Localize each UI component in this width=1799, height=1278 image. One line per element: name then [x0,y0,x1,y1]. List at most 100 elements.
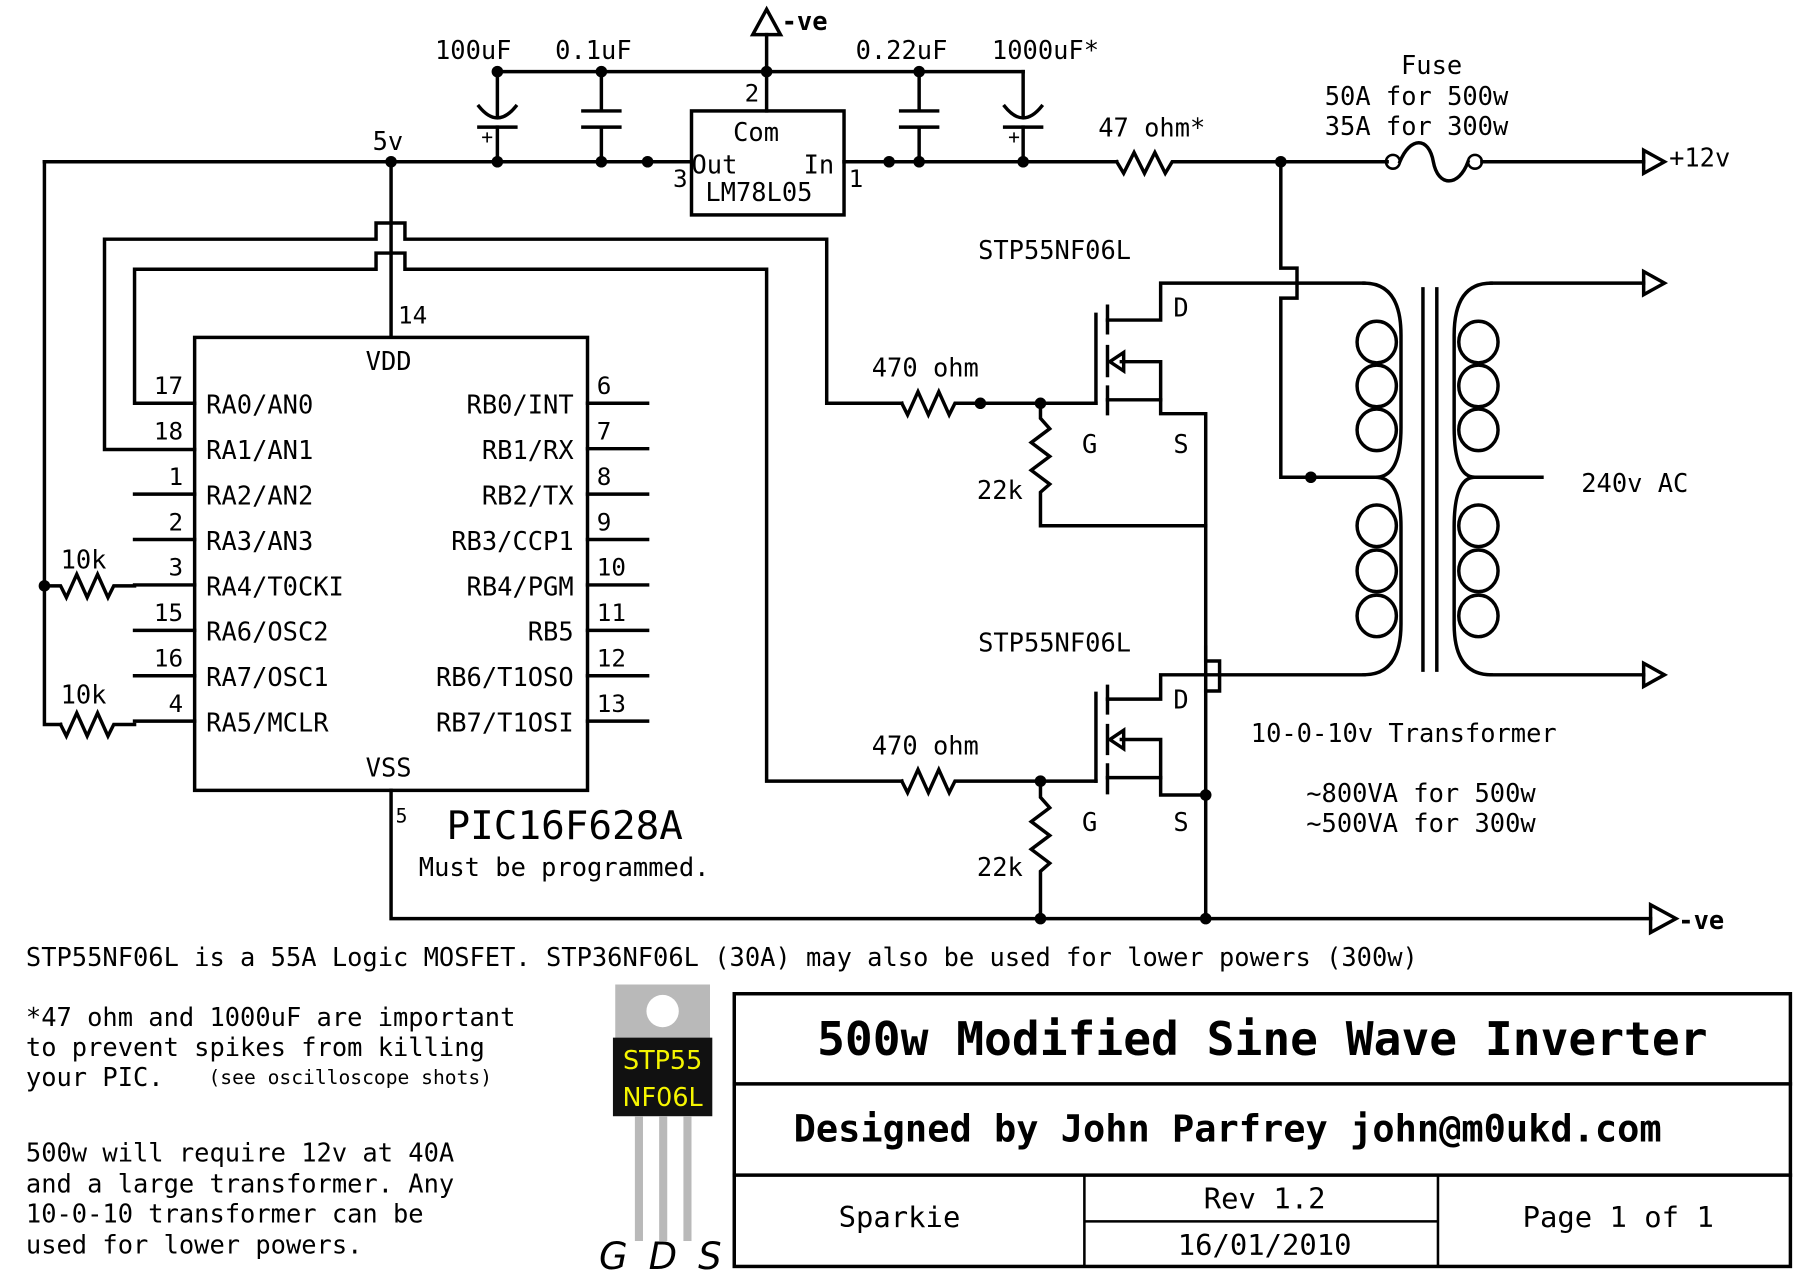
mosfet-upper-d: D [1173,293,1188,323]
pic-right-pins: 6 RB0/INT 7 RB1/RX 8 RB2/TX 9 RB3/CCP1 10 RB4/PGM… [436,371,650,738]
regulator-pin-com: 2 [745,79,760,108]
pin-name: RB5 [528,617,574,647]
coil-loop [1457,407,1500,453]
pin-number: 17 [154,371,183,400]
junction-dots [38,65,1287,592]
coil-loop [1457,548,1500,594]
date: 16/01/2010 [1178,1228,1352,1262]
pin-number: 8 [597,462,612,491]
coil-loop [1457,319,1500,365]
pin-number: 4 [168,689,183,718]
spike-note-small: (see oscilloscope shots) [209,1066,493,1089]
pic-vss-label: VSS [366,753,412,783]
pic-vss-pin: 5 [396,805,408,828]
transformer-rating-300w: ~500VA for 300w [1306,808,1536,838]
pin-name: RA2/AN2 [206,480,313,510]
pin-number: 7 [597,416,612,445]
pin-name: RA6/OSC2 [206,617,328,647]
regulator-part-label: LM78L05 [705,177,812,207]
resistor-47-ohm: 47 ohm* [1098,112,1205,178]
package-marking-2: NF06L [623,1082,704,1112]
mosfet-lower-s: S [1173,807,1188,837]
pos-12v-label: +12v [1669,142,1730,172]
mosfet-upper-part: STP55NF06L [978,235,1131,265]
neg-terminal-bottom: -ve [1648,901,1724,936]
package-marking-1: STP55 [623,1045,702,1075]
resistor-47-ohm-label: 47 ohm* [1098,112,1205,142]
mosfet-lower-pulldown: 22k [977,852,1023,882]
pin-name: RA3/AN3 [206,526,313,556]
pic-pin-left: 3 RA4/T0CKI [132,553,344,601]
pullup-10k-mclr: 10k [58,680,137,741]
neg-label-top: -ve [782,6,828,36]
pullup-mclr-label: 10k [61,680,107,710]
pic-pin-right: 10 RB4/PGM [467,553,650,601]
package-lead-g [634,1116,643,1242]
coil-loop [1355,363,1399,409]
pin-name: RA4/T0CKI [206,571,344,601]
transformer-label: 10-0-10v Transformer [1251,718,1557,748]
pin-name: RA7/OSC1 [206,662,328,692]
pin-name: RA5/MCLR [206,708,329,738]
regulator-in-label: In [804,149,835,179]
pin-number: 10 [597,553,626,582]
pin-number: 18 [154,416,183,445]
coil-loop [1355,407,1399,453]
pic-pin-right: 7 RB1/RX [482,416,650,465]
pin-name: RA1/AN1 [206,435,313,465]
cap-0-22uf-label: 0.22uF [856,35,948,65]
mosfet-upper: STP55NF06L D G S 470 ohm 22k [872,235,1366,921]
package-pin-labels: G D S [599,1235,726,1278]
power-note: 500w will require 12v at 40A and a large… [26,1137,454,1259]
pic-note: Must be programmed. [419,852,710,882]
pin-number: 2 [168,507,183,536]
mosfet-lower-g: G [1082,807,1097,837]
coil-loop [1355,319,1399,365]
spike-note-line-3: your PIC. [26,1062,164,1092]
pin-number: 6 [597,371,612,400]
spike-note-line-1: *47 ohm and 1000uF are important [26,1002,515,1032]
pic-pin-right: 9 RB3/CCP1 [451,507,650,556]
pin-number: 15 [154,598,183,627]
rail-5v-label: 5v [373,126,404,156]
pin-number: 12 [597,644,626,673]
neg-label-bottom: -ve [1678,905,1724,935]
fuse-title: Fuse [1401,50,1462,80]
cap-1000uf-label: 1000uF* [992,35,1099,65]
mosfet-upper-s: S [1173,429,1188,459]
pin-name: RB2/TX [482,480,574,510]
pin-name: RB3/CCP1 [451,526,573,556]
pic-pin-left: 17 RA0/AN0 [154,371,313,420]
title-block: 500w Modified Sine Wave Inverter Designe… [732,992,1793,1269]
pullup-ra4-label: 10k [61,545,107,575]
cap-0-1uf-label: 0.1uF [555,35,631,65]
pin-number: 3 [168,553,183,582]
fuse-rating-300w: 35A for 300w [1325,111,1509,141]
pin-name: RB7/T1OSI [436,708,574,738]
pin-number: 1 [168,462,183,491]
pin-number: 9 [597,507,612,536]
cap-100uf-label: 100uF [435,35,511,65]
regulator-pin-out: 3 [673,164,688,193]
cap-0-22uf: 0.22uF [856,35,948,164]
pin-name: RB0/INT [467,390,574,420]
pic-pin-right: 13 RB7/T1OSI [436,689,650,738]
pin-name: RB6/T1OSO [436,662,574,692]
coil-loop [1355,548,1399,594]
pic-vdd-label: VDD [366,346,412,376]
designer-credit: Designed by John Parfrey john@m0ukd.com [794,1108,1662,1151]
pic-pin-left: 1 RA2/AN2 [132,462,313,510]
coil-loop [1355,503,1399,549]
pin-number: 11 [597,598,626,627]
mosfet-upper-gate-resistor: 470 ohm [872,353,979,383]
svg-text:+: + [481,125,493,148]
pin-number: 13 [597,689,626,718]
regulator-pin-in: 1 [849,164,864,193]
package-lead-s [683,1116,692,1242]
fuse-rating-500w: 50A for 500w [1325,81,1509,111]
pin-name: RA0/AN0 [206,390,313,420]
pic-pin-left: 18 RA1/AN1 [154,416,313,465]
drawing-title: 500w Modified Sine Wave Inverter [817,1012,1707,1066]
power-note-line-3: 10-0-10 transformer can be [26,1199,424,1229]
transformer-rating-500w: ~800VA for 500w [1306,778,1536,808]
